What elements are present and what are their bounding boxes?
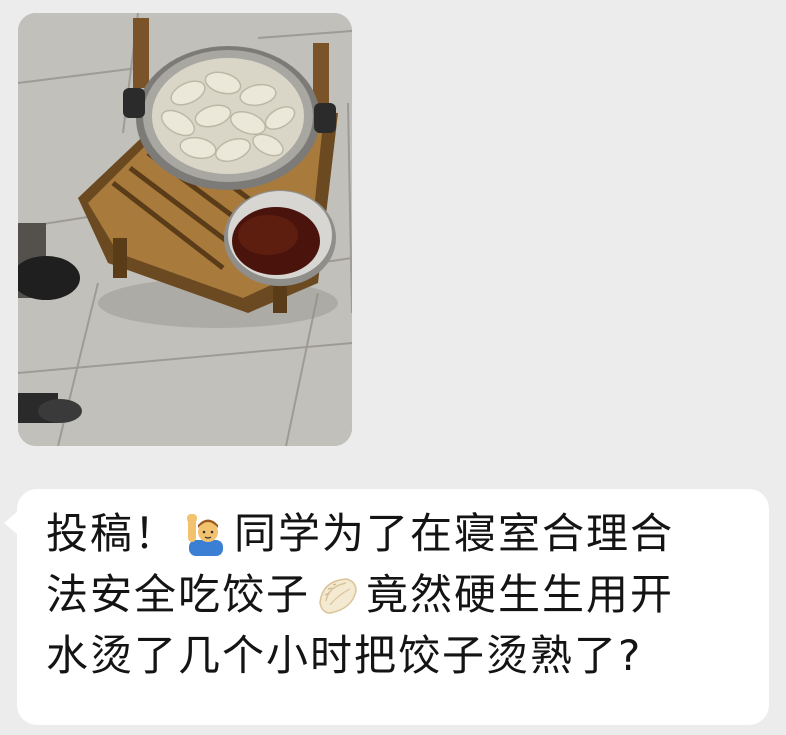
message-body: 投稿！ 同学为了在寝室合理合 法安全吃饺子 竟然硬生生用开 水烫了几个小时把饺子… — [46, 503, 746, 686]
bubble-tail — [4, 511, 18, 535]
message-line1-part1: 投稿！ — [46, 509, 179, 558]
person-raising-hand-icon — [184, 512, 228, 556]
message-line2-part1: 法安全吃饺子 — [46, 570, 311, 619]
dumpling-photo — [18, 13, 352, 446]
photo-message[interactable] — [18, 13, 352, 446]
dumpling-icon — [316, 573, 360, 617]
text-message[interactable]: 投稿！ 同学为了在寝室合理合 法安全吃饺子 竟然硬生生用开 水烫了几个小时把饺子… — [17, 489, 769, 725]
chat-thread: 投稿！ 同学为了在寝室合理合 法安全吃饺子 竟然硬生生用开 水烫了几个小时把饺子… — [0, 0, 786, 735]
message-line1-part2: 同学为了在寝室合理合 — [234, 509, 675, 558]
message-line2-part2: 竟然硬生生用开 — [366, 570, 675, 619]
message-line3: 水烫了几个小时把饺子烫熟了? — [46, 631, 643, 680]
